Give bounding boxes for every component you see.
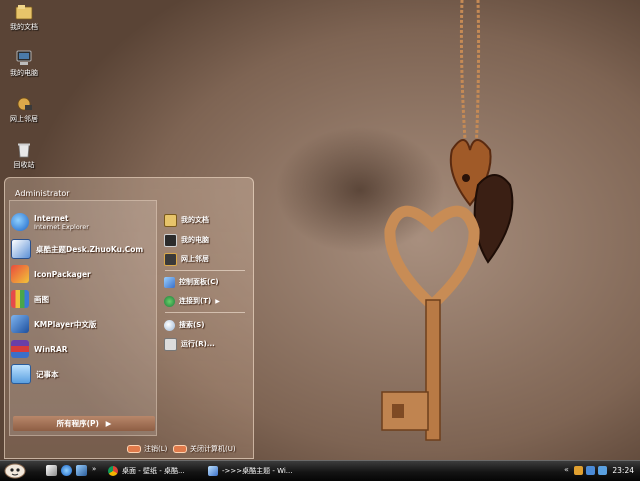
quicklaunch-media-icon[interactable]	[76, 465, 87, 476]
menu-item-zhuoku[interactable]: 桌酷主题Desk.ZhuoKu.Com	[11, 239, 143, 259]
place-label: 我的电脑	[181, 236, 209, 244]
network-icon	[17, 97, 32, 111]
control-panel-icon	[164, 276, 175, 288]
run-icon	[164, 337, 177, 351]
wallpaper-key-icon	[381, 0, 514, 441]
menu-item-title: IconPackager	[34, 269, 91, 279]
place-run[interactable]: 运行(R)...	[164, 336, 215, 352]
start-button[interactable]	[4, 463, 26, 479]
tray-network-icon[interactable]	[586, 466, 595, 475]
menu-separator	[165, 312, 245, 313]
menu-item-kmplayer[interactable]: KMPlayer中文版	[11, 314, 96, 334]
desktop-icon-label: 回收站	[13, 161, 35, 169]
system-tray: « 23:24	[560, 461, 640, 481]
start-menu: Administrator Internet Internet Explorer…	[4, 177, 254, 459]
place-connect-to[interactable]: 连接到(T) ▶	[164, 293, 220, 309]
quicklaunch-ie-icon[interactable]	[61, 465, 72, 476]
menu-item-title: WinRAR	[34, 344, 68, 354]
menu-item-paint[interactable]: 画图	[11, 289, 49, 309]
place-label: 连接到(T)	[179, 297, 212, 305]
place-my-documents[interactable]: 我的文档	[164, 212, 209, 228]
all-programs-label: 所有程序(P)	[56, 419, 99, 428]
notepad-icon	[11, 364, 31, 384]
desktop-icon-recycle-bin[interactable]: 回收站	[4, 142, 44, 170]
my-computer-icon	[164, 233, 177, 247]
my-documents-icon	[164, 213, 177, 227]
connect-to-icon	[164, 295, 175, 307]
menu-item-winrar[interactable]: WinRAR	[11, 339, 68, 359]
recycle-bin-icon	[18, 143, 30, 158]
menu-item-notepad[interactable]: 记事本	[11, 364, 59, 384]
desktop-icon-label: 我的文档	[10, 23, 38, 31]
chrome-icon	[108, 465, 118, 476]
paint-icon	[11, 290, 29, 308]
menu-item-title: 记事本	[36, 369, 59, 379]
place-network[interactable]: 网上邻居	[164, 251, 209, 267]
shutdown-button[interactable]: 关闭计算机(U)	[173, 443, 236, 455]
desktop-icon-label: 我的电脑	[10, 69, 38, 77]
menu-item-title: Internet	[34, 213, 69, 223]
tray-app-icon[interactable]	[598, 466, 607, 475]
taskbar-clock[interactable]: 23:24	[612, 466, 634, 475]
taskbar-task-browser[interactable]: 桌面 - 壁纸 - 桌酷...	[108, 463, 200, 478]
my-documents-icon	[15, 5, 33, 20]
place-label: 运行(R)...	[181, 340, 215, 348]
menu-separator	[165, 270, 245, 271]
desktop-icon-my-documents[interactable]: 我的文档	[4, 4, 44, 32]
place-label: 我的文档	[181, 216, 209, 224]
iconpackager-icon	[11, 265, 29, 283]
place-search[interactable]: 搜索(S)	[164, 317, 204, 333]
network-icon	[164, 252, 177, 266]
shutdown-icon	[173, 445, 187, 453]
search-icon	[164, 319, 175, 331]
tray-volume-icon[interactable]	[574, 466, 583, 475]
place-label: 控制面板(C)	[179, 278, 219, 286]
logoff-label: 注销(L)	[144, 445, 168, 453]
taskbar: » 桌面 - 壁纸 - 桌酷... ->>>桌酷主题 - Wi... « 23:…	[0, 460, 640, 481]
place-my-computer[interactable]: 我的电脑	[164, 232, 209, 248]
taskbar-task-window[interactable]: ->>>桌酷主题 - Wi...	[208, 463, 308, 478]
arrow-right-icon: ▶	[105, 419, 112, 428]
start-menu-user: Administrator	[15, 189, 70, 198]
desktop-icon-label: 网上邻居	[10, 115, 38, 123]
arrow-right-icon: ▶	[215, 297, 220, 305]
menu-item-title: 画图	[34, 294, 49, 304]
my-computer-icon	[16, 50, 32, 65]
zhuoku-theme-icon	[11, 239, 31, 259]
desktop-icon-network[interactable]: 网上邻居	[4, 96, 44, 124]
menu-item-title: 桌酷主题Desk.ZhuoKu.Com	[36, 244, 144, 254]
tray-expand-icon[interactable]: «	[564, 465, 569, 474]
place-label: 搜索(S)	[179, 321, 205, 329]
desktop-icon-my-computer[interactable]: 我的电脑	[4, 50, 44, 78]
taskbar-task-label: ->>>桌酷主题 - Wi...	[222, 466, 293, 475]
quicklaunch-show-desktop-icon[interactable]	[46, 465, 57, 476]
internet-explorer-icon	[11, 213, 29, 231]
quicklaunch-more-icon[interactable]: »	[92, 465, 96, 473]
logoff-button[interactable]: 注销(L)	[127, 443, 167, 455]
taskbar-task-label: 桌面 - 壁纸 - 桌酷...	[122, 466, 185, 475]
window-icon	[208, 465, 218, 476]
menu-item-subtitle: Internet Explorer	[34, 222, 89, 231]
menu-item-internet[interactable]: Internet Internet Explorer	[11, 212, 89, 232]
all-programs-button[interactable]: 所有程序(P) ▶	[13, 416, 155, 431]
winrar-icon	[11, 340, 29, 358]
logoff-icon	[127, 445, 141, 453]
place-control-panel[interactable]: 控制面板(C)	[164, 274, 219, 290]
menu-item-iconpackager[interactable]: IconPackager	[11, 264, 91, 284]
place-label: 网上邻居	[181, 255, 209, 263]
kmplayer-icon	[11, 315, 29, 333]
shutdown-label: 关闭计算机(U)	[190, 445, 236, 453]
menu-item-title: KMPlayer中文版	[34, 319, 97, 329]
